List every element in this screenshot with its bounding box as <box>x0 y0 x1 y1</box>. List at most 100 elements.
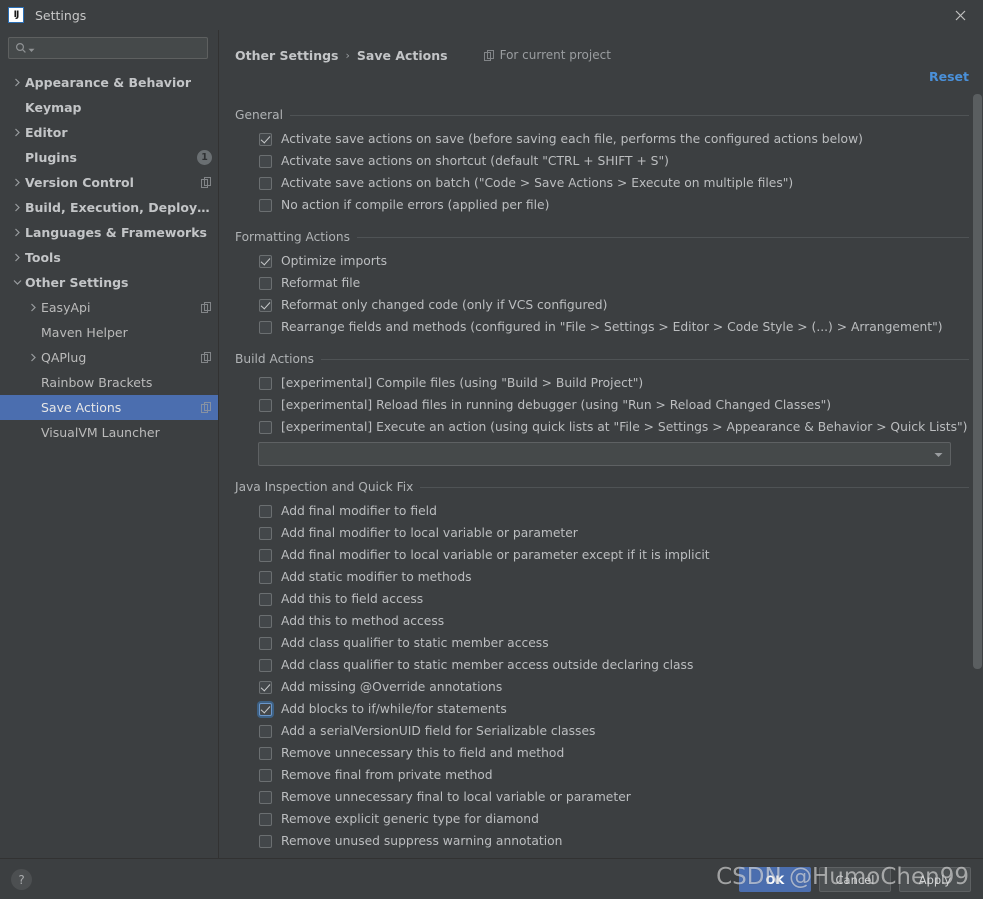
checkbox-row[interactable]: [experimental] Execute an action (using … <box>219 416 983 438</box>
checkbox-checked-icon[interactable] <box>259 702 272 716</box>
checkbox-unchecked-icon[interactable] <box>259 176 272 190</box>
chevron-right-icon[interactable] <box>10 253 25 262</box>
checkbox-row[interactable]: No action if compile errors (applied per… <box>219 194 983 216</box>
chevron-right-icon[interactable] <box>10 178 25 187</box>
checkbox-unchecked-icon[interactable] <box>259 592 272 606</box>
apply-button[interactable]: Apply <box>899 867 971 892</box>
checkbox-row[interactable]: Add a serialVersionUID field for Seriali… <box>219 720 983 742</box>
sidebar-item-label: Editor <box>25 125 68 140</box>
checkbox-row[interactable]: Add final modifier to field <box>219 500 983 522</box>
chevron-right-icon[interactable] <box>26 353 41 362</box>
checkbox-label: Activate save actions on batch ("Code > … <box>281 176 794 190</box>
checkbox-row[interactable]: [experimental] Reload files in running d… <box>219 394 983 416</box>
vertical-scrollbar-track[interactable] <box>972 94 983 858</box>
checkbox-unchecked-icon[interactable] <box>259 746 272 760</box>
reset-button[interactable]: Reset <box>929 69 969 84</box>
checkbox-row[interactable]: Add this to field access <box>219 588 983 610</box>
sidebar-item-qaplug[interactable]: QAPlug <box>0 345 218 370</box>
checkbox-row[interactable]: Add final modifier to local variable or … <box>219 522 983 544</box>
checkbox-row[interactable]: Reformat only changed code (only if VCS … <box>219 294 983 316</box>
checkbox-label: Add class qualifier to static member acc… <box>281 658 694 672</box>
chevron-right-icon[interactable] <box>10 228 25 237</box>
checkbox-unchecked-icon[interactable] <box>259 198 272 212</box>
chevron-right-icon[interactable] <box>10 78 25 87</box>
sidebar-item-appearance-behavior[interactable]: Appearance & Behavior <box>0 70 218 95</box>
checkbox-row[interactable]: Activate save actions on shortcut (defau… <box>219 150 983 172</box>
checkbox-unchecked-icon[interactable] <box>259 636 272 650</box>
sidebar-search-wrap <box>0 30 218 59</box>
sidebar-item-keymap[interactable]: Keymap <box>0 95 218 120</box>
checkbox-unchecked-icon[interactable] <box>259 570 272 584</box>
search-input[interactable] <box>39 40 201 56</box>
checkbox-row[interactable]: Remove unnecessary final to local variab… <box>219 786 983 808</box>
chevron-right-icon[interactable] <box>10 203 25 212</box>
checkbox-row[interactable]: Remove unnecessary this to field and met… <box>219 742 983 764</box>
search-box[interactable] <box>8 37 208 59</box>
checkbox-row[interactable]: Activate save actions on batch ("Code > … <box>219 172 983 194</box>
checkbox-unchecked-icon[interactable] <box>259 398 272 412</box>
checkbox-checked-icon[interactable] <box>259 254 272 268</box>
checkbox-row[interactable]: Add missing @Override annotations <box>219 676 983 698</box>
sidebar-item-maven-helper[interactable]: Maven Helper <box>0 320 218 345</box>
sidebar-item-save-actions[interactable]: Save Actions <box>0 395 218 420</box>
sidebar-item-easyapi[interactable]: EasyApi <box>0 295 218 320</box>
checkbox-unchecked-icon[interactable] <box>259 724 272 738</box>
search-dropdown-icon <box>28 48 35 52</box>
cancel-button[interactable]: Cancel <box>819 867 891 892</box>
checkbox-row[interactable]: Remove explicit generic type for diamond <box>219 808 983 830</box>
dialog-button-group: OK Cancel Apply <box>739 867 971 892</box>
sidebar-item-other-settings[interactable]: Other Settings <box>0 270 218 295</box>
checkbox-unchecked-icon[interactable] <box>259 154 272 168</box>
checkbox-row[interactable]: Add blocks to if/while/for statements <box>219 698 983 720</box>
checkbox-row[interactable]: Add static modifier to methods <box>219 566 983 588</box>
quick-list-combo[interactable] <box>258 442 951 466</box>
breadcrumb-item-parent[interactable]: Other Settings <box>235 48 339 63</box>
sidebar-item-visualvm-launcher[interactable]: VisualVM Launcher <box>0 420 218 445</box>
checkbox-row[interactable]: Add final modifier to local variable or … <box>219 544 983 566</box>
checkbox-row[interactable]: Add class qualifier to static member acc… <box>219 654 983 676</box>
checkbox-unchecked-icon[interactable] <box>259 420 272 434</box>
checkbox-row[interactable]: Optimize imports <box>219 250 983 272</box>
sidebar-item-version-control[interactable]: Version Control <box>0 170 218 195</box>
checkbox-unchecked-icon[interactable] <box>259 504 272 518</box>
project-scope-icon <box>201 352 212 363</box>
section-header: General <box>219 107 983 123</box>
sidebar-item-editor[interactable]: Editor <box>0 120 218 145</box>
checkbox-row[interactable]: Add this to method access <box>219 610 983 632</box>
checkbox-row[interactable]: Remove final from private method <box>219 764 983 786</box>
chevron-down-icon[interactable] <box>934 447 943 461</box>
checkbox-unchecked-icon[interactable] <box>259 812 272 826</box>
chevron-right-icon[interactable] <box>10 128 25 137</box>
checkbox-unchecked-icon[interactable] <box>259 376 272 390</box>
checkbox-row[interactable]: Remove unused suppress warning annotatio… <box>219 830 983 852</box>
checkbox-checked-icon[interactable] <box>259 132 272 146</box>
checkbox-unchecked-icon[interactable] <box>259 276 272 290</box>
sidebar-item-label: VisualVM Launcher <box>41 425 160 440</box>
chevron-right-icon[interactable] <box>26 303 41 312</box>
sidebar-item-rainbow-brackets[interactable]: Rainbow Brackets <box>0 370 218 395</box>
checkbox-checked-icon[interactable] <box>259 680 272 694</box>
checkbox-unchecked-icon[interactable] <box>259 768 272 782</box>
sidebar-item-build-execution-deployment[interactable]: Build, Execution, Deployment <box>0 195 218 220</box>
chevron-down-icon[interactable] <box>10 279 25 286</box>
checkbox-unchecked-icon[interactable] <box>259 834 272 848</box>
close-icon[interactable] <box>937 0 983 30</box>
checkbox-unchecked-icon[interactable] <box>259 658 272 672</box>
checkbox-unchecked-icon[interactable] <box>259 614 272 628</box>
checkbox-unchecked-icon[interactable] <box>259 320 272 334</box>
sidebar-item-languages-frameworks[interactable]: Languages & Frameworks <box>0 220 218 245</box>
checkbox-unchecked-icon[interactable] <box>259 526 272 540</box>
sidebar-item-tools[interactable]: Tools <box>0 245 218 270</box>
checkbox-row[interactable]: Reformat file <box>219 272 983 294</box>
sidebar-item-plugins[interactable]: Plugins 1 <box>0 145 218 170</box>
checkbox-row[interactable]: Activate save actions on save (before sa… <box>219 128 983 150</box>
checkbox-checked-icon[interactable] <box>259 298 272 312</box>
checkbox-unchecked-icon[interactable] <box>259 548 272 562</box>
checkbox-row[interactable]: Rearrange fields and methods (configured… <box>219 316 983 338</box>
help-icon[interactable]: ? <box>11 869 32 890</box>
vertical-scrollbar-thumb[interactable] <box>973 94 982 669</box>
ok-button[interactable]: OK <box>739 867 811 892</box>
checkbox-row[interactable]: Add class qualifier to static member acc… <box>219 632 983 654</box>
checkbox-unchecked-icon[interactable] <box>259 790 272 804</box>
checkbox-row[interactable]: [experimental] Compile files (using "Bui… <box>219 372 983 394</box>
